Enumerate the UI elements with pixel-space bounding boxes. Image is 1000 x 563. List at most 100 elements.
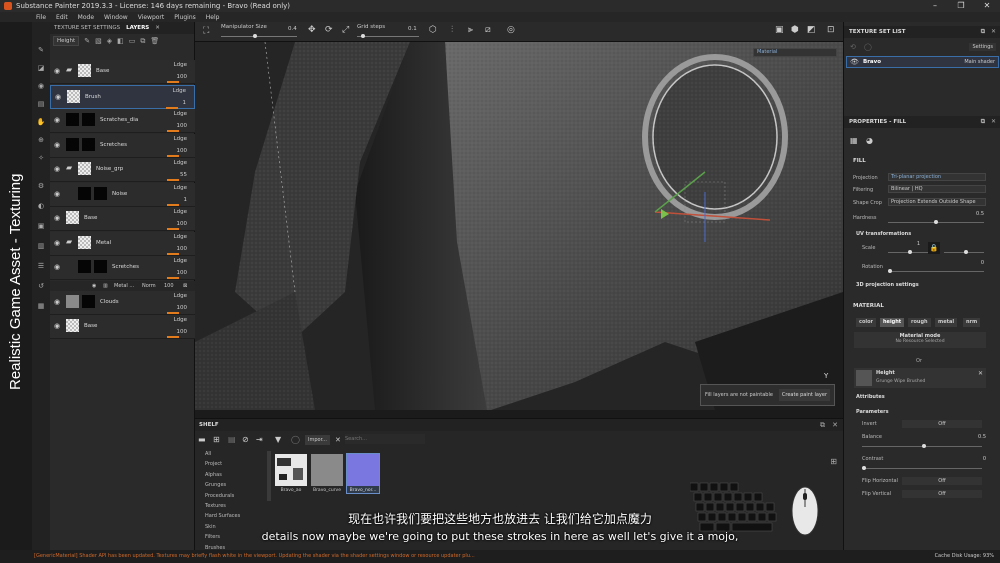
layer-row[interactable]: ◉ Base Ldge 100 [50,207,195,231]
new-shelf-icon[interactable]: ⊞ [213,435,220,444]
menu-mode[interactable]: Mode [78,14,94,21]
remove-resource-icon[interactable]: ✕ [978,370,983,377]
lock-icon[interactable]: 🔒 [928,242,940,254]
shelf-category[interactable]: Procedurals [205,493,234,499]
visibility-eye-icon[interactable]: ◉ [54,214,60,222]
minimize-button[interactable]: – [922,0,948,12]
visibility-eye-icon[interactable]: ◉ [55,93,61,101]
layer-row[interactable]: ◉ Noise Ldge 1 [50,182,195,207]
folder-icon[interactable]: ▬ [198,435,206,444]
tsl-eye-icon[interactable]: 👁 [850,58,859,66]
layer-blend-mode[interactable]: Ldge [174,317,187,323]
create-paint-layer-button[interactable]: Create paint layer [778,389,831,401]
visibility-eye-icon[interactable]: ◉ [54,141,60,149]
shelf-item-0[interactable]: Bravo_ao [275,454,307,493]
render-icon[interactable]: ◩ [807,25,816,35]
effect-blend-mode[interactable]: Norm [142,283,156,289]
layer-opacity[interactable]: 100 [177,246,188,252]
add-fill-layer-icon[interactable]: ◈ [107,37,112,45]
grid-steps-slider[interactable] [357,34,419,38]
scale-v-slider[interactable] [944,250,984,254]
height-resource-slot[interactable]: Height Grunge Wipe Brushed ✕ [854,368,986,388]
log-icon[interactable]: ☰ [36,262,46,270]
wrench-icon[interactable]: ✎ [84,37,90,45]
shelf-icon[interactable]: ▦ [36,302,46,310]
remove-filter-icon[interactable]: ✕ [335,436,341,444]
delete-icon[interactable]: 🗑 [150,37,159,45]
layer-row[interactable]: ◉ ▰ Metal Ldge 100 [50,231,195,256]
tab-texture-set-settings[interactable]: TEXTURE SET SETTINGS [54,25,120,31]
maximize-button[interactable]: ❐ [948,0,974,12]
close-icon[interactable]: ✕ [155,25,160,31]
menu-help[interactable]: Help [206,14,220,21]
props-close-icon[interactable]: ✕ [991,116,996,128]
grid-view-icon[interactable]: ⊞ [830,457,837,466]
visibility-eye-icon[interactable]: ◉ [54,322,60,330]
channel-metal-button[interactable]: metal [935,318,958,327]
menu-edit[interactable]: Edit [56,14,68,21]
tsl-refresh-icon[interactable]: ⟲ [850,43,856,51]
menu-viewport[interactable]: Viewport [138,14,165,21]
shelf-scrollbar[interactable] [267,451,271,501]
menu-window[interactable]: Window [104,14,128,21]
shelf-close-icon[interactable]: ✕ [832,421,838,429]
shelf-item-1[interactable]: Bravo_curve [311,454,343,493]
layer-row[interactable]: ◉ Scretches Ldge 100 [50,256,195,280]
3d-projection-toggle[interactable]: 3D projection settings [856,282,919,288]
shelf-category[interactable]: Grunges [205,482,226,488]
symmetry-icon[interactable]: ⧄ [485,25,491,35]
picker-icon[interactable]: ✧ [36,154,46,162]
hide-icon[interactable]: ⊘ [242,435,249,444]
parameters-toggle[interactable]: Parameters [856,409,889,415]
viewport-mode-icon[interactable]: ▣ [775,25,784,35]
paint-brush-icon[interactable]: ✎ [36,46,46,54]
import-icon[interactable]: ⇥ [256,435,263,444]
snap-icon[interactable]: ⫸ [468,25,473,35]
visibility-eye-icon[interactable]: ◉ [54,116,60,124]
invert-toggle[interactable]: Off [902,420,982,428]
filtering-dropdown[interactable]: Bilinear | HQ [888,185,986,193]
visibility-eye-icon[interactable]: ◉ [54,67,60,75]
fill-tab-icon[interactable]: ▦ [850,136,858,145]
layer-blend-mode[interactable]: Ldge [174,111,187,117]
layer-opacity[interactable]: 100 [177,74,188,80]
layer-opacity[interactable]: 100 [177,329,188,335]
screenshot-icon[interactable]: ⊡ [827,25,835,35]
layer-row[interactable]: ◉ ▰ Base Ldge 100 [50,60,195,84]
shader-select[interactable]: Main shader [964,59,995,65]
effect-eye-icon[interactable]: ◉ [92,283,96,289]
props-float-icon[interactable]: ⧉ [981,116,985,128]
layer-blend-mode[interactable]: Ldge [174,160,187,166]
geometry-mask-icon[interactable]: ▤ [36,100,46,108]
shape-crop-dropdown[interactable]: Projection Extends Outside Shape [888,198,986,206]
layer-blend-mode[interactable]: Ldge [174,185,187,191]
viewport-3d[interactable]: Material Y Fill layers are not paintable… [195,42,843,410]
eraser-icon[interactable]: ◪ [36,64,46,72]
channel-select[interactable]: Height [53,36,80,46]
add-mask-icon[interactable]: ◧ [117,37,124,45]
layer-blend-mode[interactable]: Ldge [173,88,186,94]
world-space-icon[interactable]: ◎ [507,25,515,35]
layer-opacity[interactable]: 1 [183,100,187,106]
scale-icon[interactable]: ⤢ [342,25,349,35]
close-button[interactable]: ✕ [974,0,1000,12]
shelf-item-2[interactable]: Bravo_nor... [346,453,380,494]
layer-opacity[interactable]: 100 [177,123,188,129]
attributes-toggle[interactable]: Attributes [856,394,885,400]
smudge-icon[interactable]: ✋ [36,118,46,126]
layer-row[interactable]: ◉ Scratches_dia Ldge 100 [50,109,195,133]
layer-blend-mode[interactable]: Ldge [174,136,187,142]
channel-rough-button[interactable]: rough [908,318,931,327]
uv-transformations-toggle[interactable]: UV transformations [856,231,911,237]
layer-blend-mode[interactable]: Ldge [174,234,187,240]
layer-opacity[interactable]: 55 [180,172,187,178]
preset-icon[interactable]: ◯ [291,435,300,444]
layer-opacity[interactable]: 100 [177,305,188,311]
shelf-category[interactable]: Project [205,461,222,467]
menu-file[interactable]: File [36,14,46,21]
tab-layers[interactable]: LAYERS [126,25,149,31]
tsl-settings-button[interactable]: Settings [969,43,996,51]
layer-blend-mode[interactable]: Ldge [174,62,187,68]
align-icon[interactable]: ⫶ [451,25,453,35]
contrast-slider[interactable] [862,466,982,470]
